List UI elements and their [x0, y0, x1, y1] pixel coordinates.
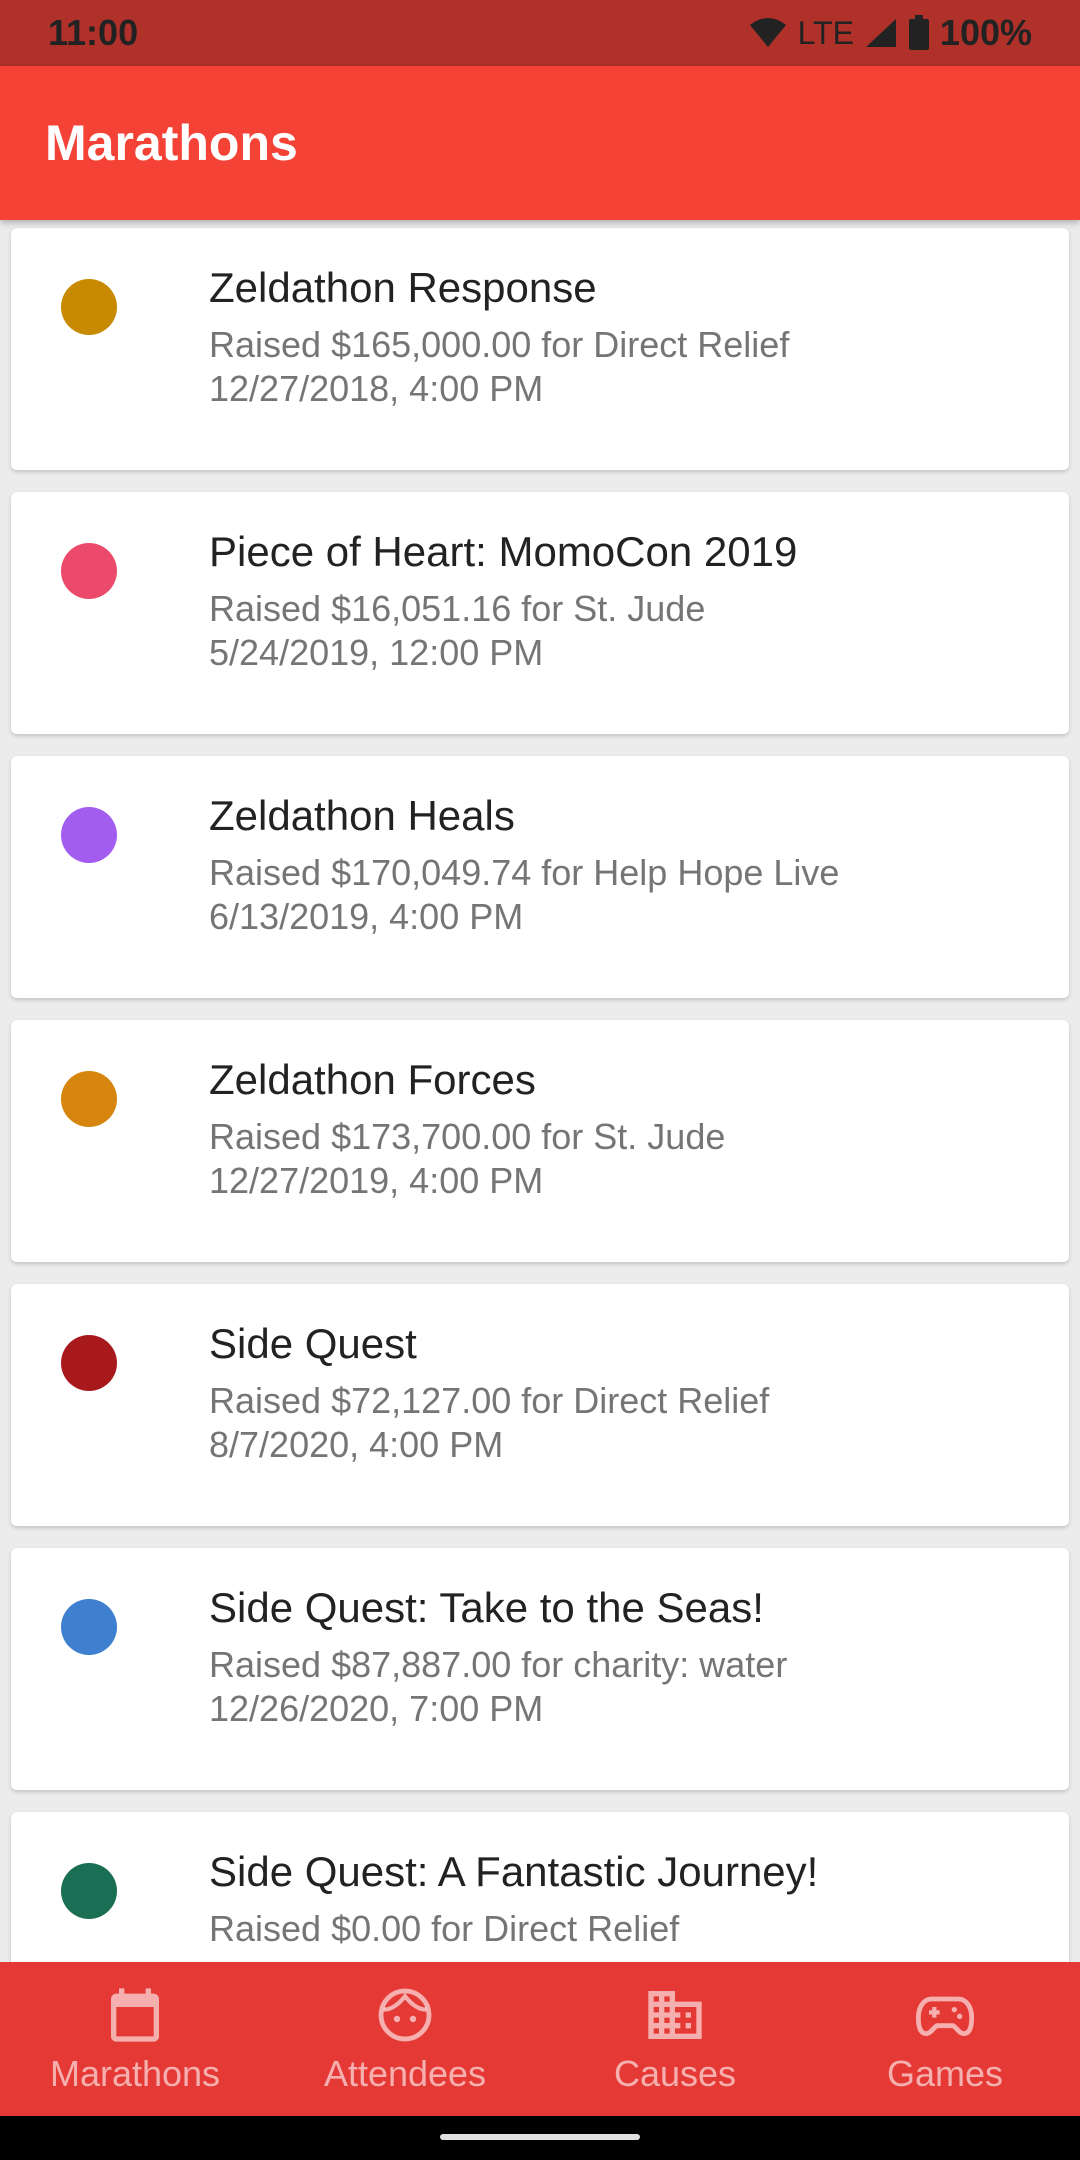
marathon-date: 5/24/2019, 12:00 PM	[209, 632, 544, 673]
battery-level: 100%	[939, 12, 1032, 53]
battery-icon	[908, 15, 930, 51]
nav-games[interactable]: Games	[810, 1962, 1080, 2116]
wifi-icon	[748, 17, 788, 49]
marathon-title: Zeldathon Response	[209, 264, 597, 311]
marathon-color-dot	[61, 1863, 117, 1919]
marathon-title: Zeldathon Heals	[209, 792, 515, 839]
signal-icon	[864, 17, 898, 49]
nav-label: Games	[886, 2053, 1004, 2094]
marathon-card[interactable]: Side Quest Raised $72,127.00 for Direct …	[11, 1284, 1069, 1526]
face-icon	[378, 1988, 432, 2042]
building-icon	[648, 1991, 702, 2039]
marathon-raised: Raised $72,127.00 for Direct Relief	[209, 1380, 770, 1421]
nav-label: Attendees	[323, 2053, 487, 2094]
marathon-list[interactable]: Zeldathon Response Raised $165,000.00 fo…	[0, 220, 1080, 1962]
bottom-nav: Marathons Attendees Causes Games	[0, 1962, 1080, 2116]
page-title: Marathons	[45, 115, 298, 171]
app-bar: Marathons	[0, 66, 1080, 220]
marathon-title: Side Quest: Take to the Seas!	[209, 1584, 764, 1631]
marathon-date: 8/7/2020, 4:00 PM	[209, 1424, 504, 1465]
marathon-color-dot	[61, 279, 117, 335]
marathon-raised: Raised $0.00 for Direct Relief	[209, 1908, 680, 1949]
marathon-card[interactable]: Zeldathon Heals Raised $170,049.74 for H…	[11, 756, 1069, 998]
nav-label: Marathons	[49, 2053, 221, 2094]
gesture-bar	[0, 2116, 1080, 2160]
marathon-raised: Raised $170,049.74 for Help Hope Live	[209, 852, 840, 893]
status-time: 11:00	[48, 12, 139, 53]
screen: 11:00 LTE 100% Marathons Zeldathon Respo…	[0, 0, 1080, 2160]
marathon-raised: Raised $165,000.00 for Direct Relief	[209, 324, 790, 365]
marathon-raised: Raised $16,051.16 for St. Jude	[209, 588, 706, 629]
nav-attendees[interactable]: Attendees	[270, 1962, 540, 2116]
marathon-raised: Raised $87,887.00 for charity: water	[209, 1644, 788, 1685]
marathon-title: Zeldathon Forces	[209, 1056, 536, 1103]
marathon-color-dot	[61, 1071, 117, 1127]
network-type: LTE	[797, 14, 854, 51]
marathon-card[interactable]: Zeldathon Response Raised $165,000.00 fo…	[11, 228, 1069, 470]
nav-label: Causes	[613, 2053, 737, 2094]
status-bar: 11:00 LTE 100%	[0, 0, 1080, 66]
marathon-card[interactable]: Side Quest: A Fantastic Journey! Raised …	[11, 1812, 1069, 1962]
marathon-color-dot	[61, 543, 117, 599]
calendar-icon	[111, 1988, 159, 2042]
marathon-color-dot	[61, 807, 117, 863]
marathon-title: Side Quest	[209, 1320, 417, 1367]
home-indicator[interactable]	[440, 2134, 640, 2140]
gamepad-icon	[915, 1996, 975, 2037]
marathon-color-dot	[61, 1599, 117, 1655]
marathon-card[interactable]: Piece of Heart: MomoCon 2019 Raised $16,…	[11, 492, 1069, 734]
marathon-date: 12/27/2019, 4:00 PM	[209, 1160, 544, 1201]
marathon-date: 6/13/2019, 4:00 PM	[209, 896, 524, 937]
marathon-title: Piece of Heart: MomoCon 2019	[209, 528, 798, 575]
marathon-title: Side Quest: A Fantastic Journey!	[209, 1848, 819, 1895]
marathon-raised: Raised $173,700.00 for St. Jude	[209, 1116, 726, 1157]
marathon-color-dot	[61, 1335, 117, 1391]
marathon-card[interactable]: Zeldathon Forces Raised $173,700.00 for …	[11, 1020, 1069, 1262]
marathon-date: 12/27/2018, 4:00 PM	[209, 368, 544, 409]
marathon-card[interactable]: Side Quest: Take to the Seas! Raised $87…	[11, 1548, 1069, 1790]
nav-causes[interactable]: Causes	[540, 1962, 810, 2116]
status-icons: LTE 100%	[748, 12, 1032, 54]
marathon-date: 12/26/2020, 7:00 PM	[209, 1688, 544, 1729]
nav-marathons[interactable]: Marathons	[0, 1962, 270, 2116]
